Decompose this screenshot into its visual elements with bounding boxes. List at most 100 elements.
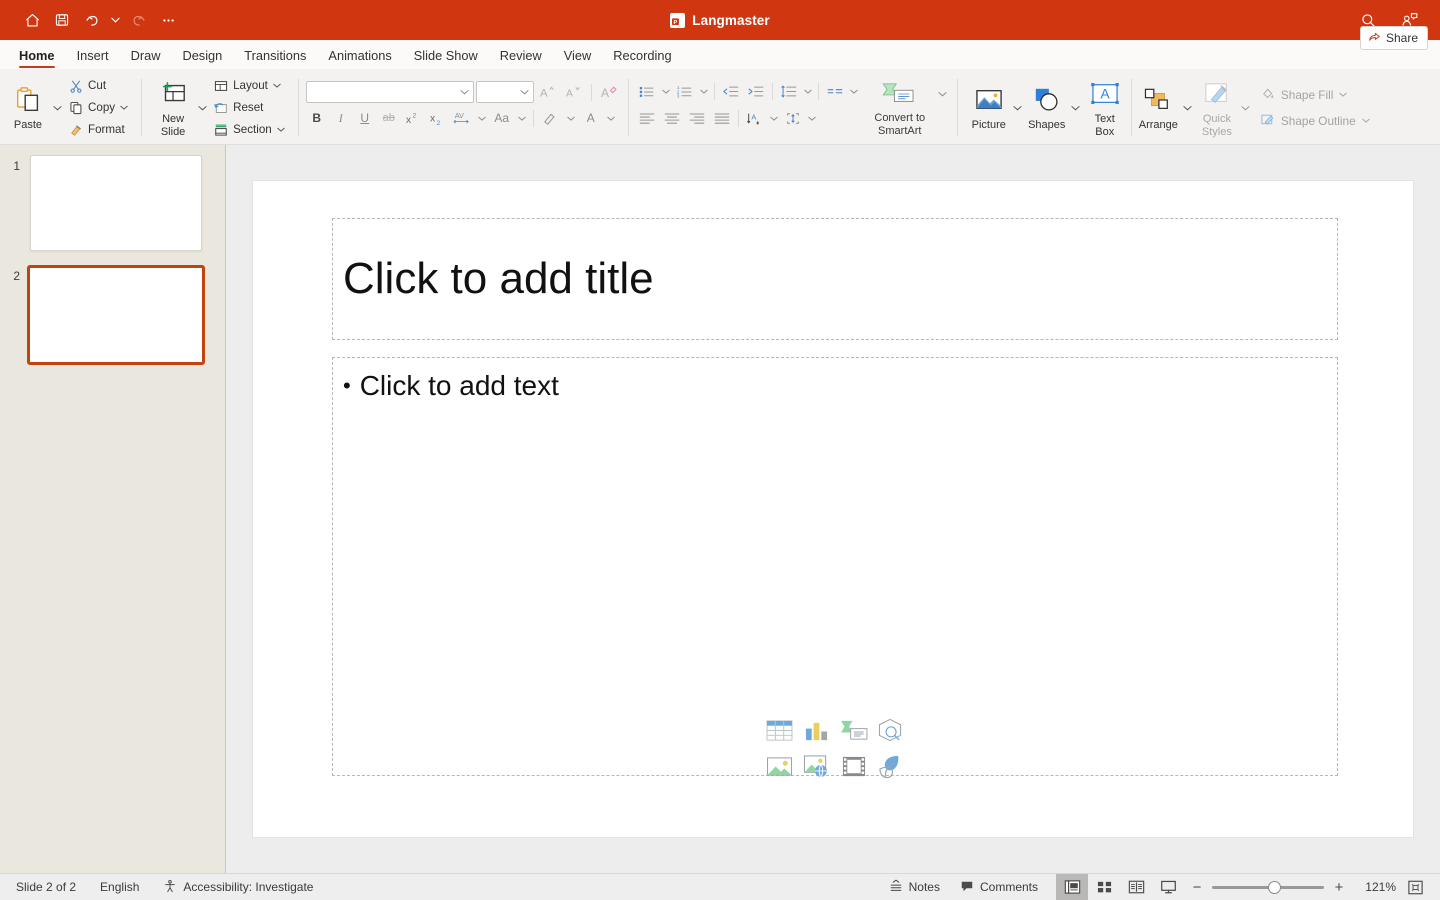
- slide-canvas[interactable]: Click to add title • Click to add text: [253, 181, 1413, 837]
- underline-button[interactable]: U: [354, 108, 376, 129]
- layout-dropdown-caret-icon[interactable]: [273, 82, 281, 90]
- change-case-caret-icon[interactable]: [516, 116, 528, 121]
- font-name-input[interactable]: [305, 81, 474, 103]
- align-text-caret-icon[interactable]: [806, 116, 818, 121]
- paste-button[interactable]: Paste: [5, 74, 51, 142]
- quick-styles-caret-icon[interactable]: [1240, 105, 1252, 111]
- italic-button[interactable]: I: [330, 108, 352, 129]
- insert-chart-icon[interactable]: [798, 714, 835, 747]
- tab-home[interactable]: Home: [8, 49, 66, 69]
- zoom-in-button[interactable]: +: [1332, 880, 1346, 895]
- slide-sorter-view-button[interactable]: [1088, 874, 1120, 900]
- text-box-button[interactable]: A Text Box: [1082, 74, 1128, 142]
- arrange-button[interactable]: Arrange: [1135, 74, 1182, 142]
- tab-design[interactable]: Design: [171, 49, 233, 69]
- undo-icon[interactable]: [78, 6, 106, 34]
- align-left-button[interactable]: [635, 108, 659, 130]
- text-highlight-caret-icon[interactable]: [565, 116, 577, 121]
- superscript-button[interactable]: x2: [402, 108, 424, 129]
- tab-view[interactable]: View: [553, 49, 603, 69]
- more-options-icon[interactable]: [154, 6, 182, 34]
- language-indicator[interactable]: English: [100, 880, 139, 894]
- change-case-button[interactable]: Aa: [490, 107, 514, 129]
- font-color-caret-icon[interactable]: [605, 116, 617, 121]
- new-slide-button[interactable]: New Slide: [150, 74, 196, 142]
- section-button[interactable]: Section: [208, 119, 290, 140]
- line-spacing-caret-icon[interactable]: [802, 89, 814, 94]
- align-text-button[interactable]: [781, 108, 805, 130]
- clear-formatting-button[interactable]: A: [597, 81, 621, 103]
- zoom-slider-handle[interactable]: [1268, 880, 1281, 894]
- fit-to-window-button[interactable]: [1400, 874, 1430, 900]
- title-placeholder[interactable]: Click to add title: [332, 218, 1338, 340]
- columns-caret-icon[interactable]: [848, 89, 860, 94]
- numbering-caret-icon[interactable]: [698, 89, 710, 94]
- increase-font-size-button[interactable]: A: [536, 81, 560, 103]
- subscript-button[interactable]: x2: [426, 108, 448, 129]
- new-slide-dropdown-caret-icon[interactable]: [196, 105, 208, 111]
- bullets-caret-icon[interactable]: [660, 89, 672, 94]
- align-center-button[interactable]: [660, 108, 684, 130]
- character-spacing-button[interactable]: AV: [450, 107, 474, 129]
- insert-table-icon[interactable]: [761, 714, 798, 747]
- arrange-caret-icon[interactable]: [1182, 105, 1194, 111]
- slide-thumbnail-1[interactable]: [30, 155, 202, 251]
- text-direction-button[interactable]: A: [743, 108, 767, 130]
- shapes-caret-icon[interactable]: [1070, 105, 1082, 111]
- zoom-slider[interactable]: [1212, 880, 1324, 894]
- accessibility-checker[interactable]: Accessibility: Investigate: [163, 879, 313, 896]
- tab-insert[interactable]: Insert: [66, 49, 120, 69]
- align-right-button[interactable]: [685, 108, 709, 130]
- font-name-caret-icon[interactable]: [460, 87, 469, 97]
- cut-button[interactable]: Cut: [63, 75, 133, 96]
- slide-thumbnail-2[interactable]: [27, 265, 205, 365]
- paste-dropdown-caret-icon[interactable]: [51, 105, 63, 111]
- line-spacing-button[interactable]: [777, 81, 801, 103]
- share-button[interactable]: Share: [1359, 26, 1428, 50]
- bullets-button[interactable]: [635, 81, 659, 103]
- convert-to-smartart-button[interactable]: Convert to SmartArt: [863, 74, 937, 142]
- font-color-button[interactable]: A: [579, 107, 603, 129]
- character-spacing-caret-icon[interactable]: [476, 116, 488, 121]
- tab-review[interactable]: Review: [489, 49, 553, 69]
- notes-button[interactable]: Notes: [879, 874, 950, 900]
- tab-slide-show[interactable]: Slide Show: [403, 49, 489, 69]
- insert-picture-icon[interactable]: [761, 750, 798, 783]
- strikethrough-button[interactable]: ab: [378, 108, 400, 129]
- bold-button[interactable]: B: [306, 108, 328, 129]
- tab-animations[interactable]: Animations: [317, 49, 402, 69]
- undo-dropdown-caret-icon[interactable]: [108, 6, 122, 34]
- text-direction-caret-icon[interactable]: [768, 116, 780, 121]
- numbering-button[interactable]: 123: [673, 81, 697, 103]
- insert-3d-model-icon[interactable]: [872, 714, 909, 747]
- tab-transitions[interactable]: Transitions: [233, 49, 317, 69]
- shapes-button[interactable]: Shapes: [1024, 74, 1070, 142]
- increase-indent-button[interactable]: [744, 81, 768, 103]
- shape-outline-caret-icon[interactable]: [1361, 117, 1370, 125]
- format-painter-button[interactable]: Format: [63, 119, 133, 140]
- slide-show-view-button[interactable]: [1152, 874, 1184, 900]
- font-size-caret-icon[interactable]: [520, 87, 529, 97]
- text-highlight-color-button[interactable]: [539, 107, 563, 129]
- shape-fill-button[interactable]: Shape Fill: [1256, 84, 1374, 106]
- copy-dropdown-caret-icon[interactable]: [120, 104, 128, 112]
- decrease-indent-button[interactable]: [719, 81, 743, 103]
- insert-icon-icon[interactable]: [872, 750, 909, 783]
- section-dropdown-caret-icon[interactable]: [277, 126, 285, 134]
- normal-view-button[interactable]: [1056, 873, 1088, 900]
- redo-icon[interactable]: [124, 6, 152, 34]
- quick-styles-button[interactable]: Quick Styles: [1194, 74, 1240, 142]
- smartart-caret-icon[interactable]: [937, 91, 949, 97]
- shape-outline-button[interactable]: Shape Outline: [1256, 110, 1374, 132]
- comments-button[interactable]: Comments: [950, 874, 1048, 900]
- reset-button[interactable]: Reset: [208, 97, 290, 118]
- font-size-input[interactable]: [475, 81, 534, 103]
- insert-video-icon[interactable]: [835, 750, 872, 783]
- tab-recording[interactable]: Recording: [602, 49, 682, 69]
- layout-button[interactable]: Layout: [208, 75, 290, 96]
- slide-thumbnail-pane[interactable]: 1 2: [0, 145, 226, 873]
- shape-fill-caret-icon[interactable]: [1339, 91, 1348, 99]
- columns-button[interactable]: [823, 81, 847, 103]
- save-icon[interactable]: [48, 6, 76, 34]
- reading-view-button[interactable]: [1120, 874, 1152, 900]
